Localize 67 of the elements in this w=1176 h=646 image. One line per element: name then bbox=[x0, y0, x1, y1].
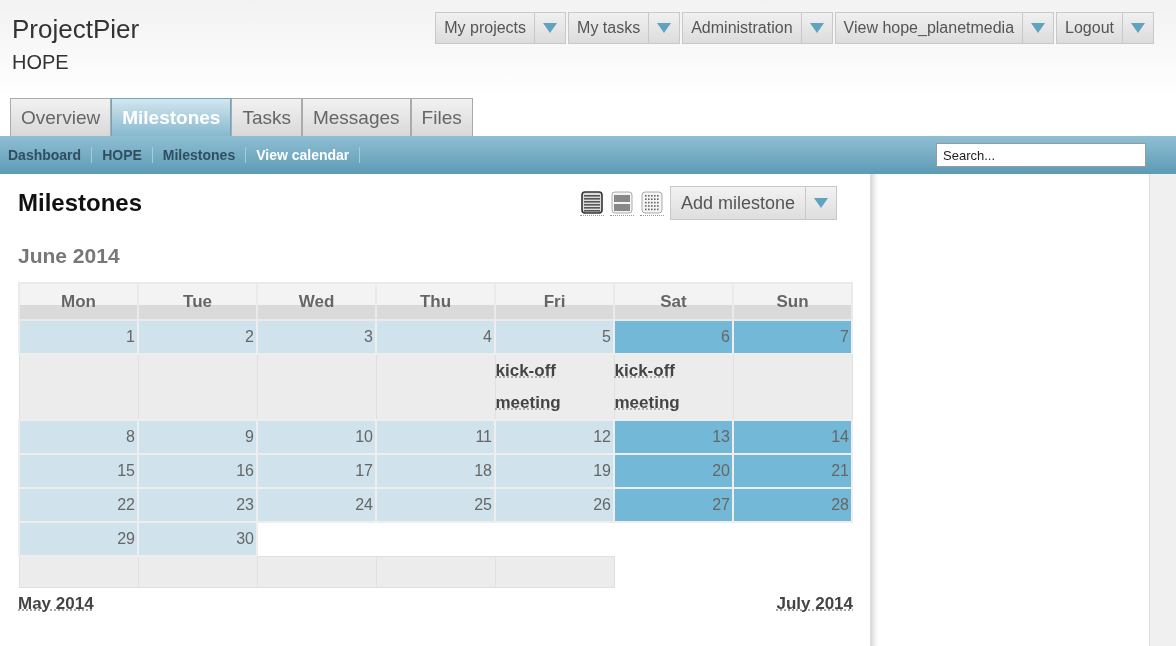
menu-button[interactable]: View hope_planetmedia bbox=[834, 12, 1055, 44]
day-cell: 12 bbox=[495, 420, 614, 454]
tab[interactable]: Overview bbox=[10, 98, 112, 136]
view-mode-button[interactable] bbox=[639, 190, 664, 216]
day-cell: 14 bbox=[733, 420, 852, 454]
day-cell: 25 bbox=[376, 488, 495, 522]
day-cell: 3 bbox=[257, 320, 376, 354]
next-month-link[interactable]: July 2014 bbox=[776, 594, 853, 614]
caret-icon bbox=[1031, 23, 1046, 33]
day-cell: 24 bbox=[257, 488, 376, 522]
day-cell: 4 bbox=[376, 320, 495, 354]
day-cell: 30 bbox=[138, 522, 257, 556]
day-cell: 27 bbox=[614, 488, 733, 522]
menu-button[interactable]: Administration bbox=[682, 12, 833, 44]
caret-icon bbox=[657, 23, 672, 33]
project-name: HOPE bbox=[12, 51, 70, 74]
day-cell: 19 bbox=[495, 454, 614, 488]
weekday-header: Sat bbox=[614, 283, 733, 320]
caret-icon bbox=[1131, 23, 1145, 33]
day-cell: 18 bbox=[376, 454, 495, 488]
menu-button[interactable]: Logout bbox=[1056, 12, 1154, 44]
weekday-header: Thu bbox=[376, 283, 495, 320]
day-cell: 29 bbox=[19, 522, 138, 556]
menu-button[interactable]: My projects bbox=[435, 12, 567, 44]
page-title: Milestones bbox=[18, 189, 143, 217]
day-cell: 20 bbox=[614, 454, 733, 488]
add-milestone-button[interactable]: Add milestone bbox=[669, 186, 837, 220]
milestone-link[interactable]: kick-off meeting bbox=[614, 355, 685, 419]
day-cell: 11 bbox=[376, 420, 495, 454]
weekday-header: Tue bbox=[138, 283, 257, 320]
day-cell: 9 bbox=[138, 420, 257, 454]
day-cell: 2 bbox=[138, 320, 257, 354]
breadcrumb-link[interactable]: Milestones bbox=[152, 147, 247, 163]
day-cell: 6 bbox=[614, 320, 733, 354]
day-cell: 22 bbox=[19, 488, 138, 522]
day-cell: 21 bbox=[733, 454, 852, 488]
breadcrumb-link[interactable]: Dashboard bbox=[8, 147, 93, 163]
weekday-header: Sun bbox=[733, 283, 852, 320]
day-cell: 8 bbox=[19, 420, 138, 454]
app-logo[interactable]: ProjectPier bbox=[12, 14, 140, 45]
day-cell: 23 bbox=[138, 488, 257, 522]
day-cell: 15 bbox=[19, 454, 138, 488]
weekday-header: Fri bbox=[495, 283, 614, 320]
tab[interactable]: Tasks bbox=[231, 98, 302, 136]
day-cell: 28 bbox=[733, 488, 852, 522]
view-mode-button[interactable] bbox=[579, 190, 604, 216]
tab[interactable]: Files bbox=[410, 98, 473, 136]
day-cell: 17 bbox=[257, 454, 376, 488]
breadcrumb-link[interactable]: HOPE bbox=[92, 147, 153, 163]
search-field[interactable]: Search... bbox=[936, 143, 1146, 167]
day-cell: 26 bbox=[495, 488, 614, 522]
caret-icon bbox=[814, 198, 828, 208]
caret-icon bbox=[809, 23, 824, 33]
day-cell: 16 bbox=[138, 454, 257, 488]
menu-button[interactable]: My tasks bbox=[568, 12, 681, 44]
weekday-header: Wed bbox=[257, 283, 376, 320]
day-cell: 7 bbox=[733, 320, 852, 354]
tab[interactable]: Messages bbox=[301, 98, 411, 136]
day-cell: 5 bbox=[495, 320, 614, 354]
previous-month-link[interactable]: May 2014 bbox=[18, 594, 94, 614]
caret-icon bbox=[543, 23, 558, 33]
milestone-link[interactable]: kick-off meeting bbox=[495, 355, 566, 419]
month-title: June 2014 bbox=[18, 244, 121, 268]
weekday-header: Mon bbox=[19, 283, 138, 320]
day-cell: 13 bbox=[614, 420, 733, 454]
day-cell: 10 bbox=[257, 420, 376, 454]
day-cell: 1 bbox=[19, 320, 138, 354]
